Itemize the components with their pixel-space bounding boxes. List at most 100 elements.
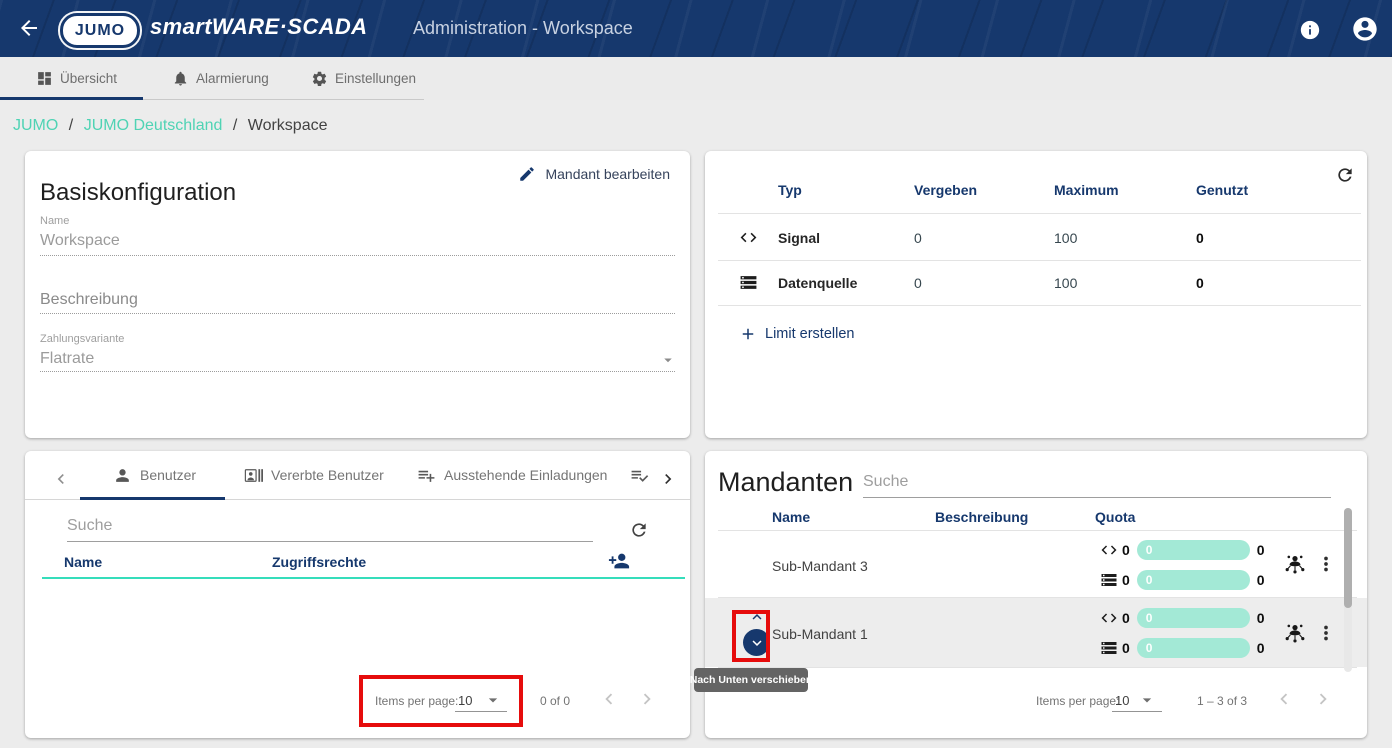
- code-icon: [1100, 541, 1118, 559]
- quota-datenquelle-bar: 0: [1137, 570, 1250, 590]
- plus-icon: [739, 325, 757, 343]
- account-icon[interactable]: [1351, 15, 1379, 43]
- tabstrip-scroll-left-icon[interactable]: [51, 469, 71, 489]
- page-size-dropdown-icon[interactable]: [483, 690, 503, 710]
- quota-datenquelle-bar: 0: [1137, 638, 1250, 658]
- beschreibung-field-underline: [40, 313, 675, 314]
- storage-icon: [1100, 639, 1118, 657]
- page-size-underline: [1112, 711, 1162, 712]
- tab-benutzer-label: Benutzer: [140, 467, 196, 483]
- limits-row-typ: Datenquelle: [778, 275, 857, 291]
- limits-row-genutzt: 0: [1196, 275, 1204, 291]
- back-arrow-icon[interactable]: [17, 16, 41, 40]
- breadcrumb-jumo-deutschland[interactable]: JUMO Deutschland: [84, 117, 223, 134]
- mandanten-title: Mandanten: [718, 467, 853, 498]
- tab-vererbte-benutzer-label: Vererbte Benutzer: [271, 467, 384, 483]
- table-divider: [718, 260, 1361, 261]
- zahlungsvariante-field-value: Flatrate: [40, 350, 94, 368]
- sub-mandant-hierarchy-icon[interactable]: [1283, 621, 1307, 645]
- page-size-underline: [455, 711, 507, 712]
- zahlungsvariante-dropdown-icon[interactable]: [659, 351, 677, 369]
- refresh-icon[interactable]: [1335, 165, 1355, 185]
- move-up-icon[interactable]: [748, 608, 766, 626]
- limits-col-typ: Typ: [778, 182, 802, 198]
- tab-einstellungen-label: Einstellungen: [335, 71, 416, 86]
- mandant-row-sub-mandant-1[interactable]: Sub-Mandant 1 0 0 0 0 0 0: [705, 598, 1367, 667]
- more-options-icon[interactable]: [1315, 553, 1337, 575]
- benutzer-col-name: Name: [64, 554, 102, 570]
- limit-erstellen-label: Limit erstellen: [765, 326, 854, 342]
- tab-vererbte-benutzer[interactable]: Vererbte Benutzer: [244, 465, 384, 485]
- more-options-icon[interactable]: [1315, 622, 1337, 644]
- scrollbar-track[interactable]: [1344, 508, 1352, 672]
- move-down-button[interactable]: [743, 629, 770, 656]
- tab-uebersicht[interactable]: Übersicht: [36, 57, 117, 100]
- active-usertab-indicator: [80, 497, 225, 500]
- mandanten-search-input[interactable]: [863, 473, 1331, 498]
- quota-signal-bar: 0: [1137, 540, 1250, 560]
- previous-page-icon[interactable]: [1273, 688, 1295, 710]
- storage-icon: [1100, 571, 1118, 589]
- mandanten-col-name: Name: [772, 509, 810, 525]
- limits-col-genutzt: Genutzt: [1196, 182, 1248, 198]
- person-icon: [113, 466, 132, 485]
- limits-row-genutzt: 0: [1196, 230, 1204, 246]
- quota-signal-bar: 0: [1137, 608, 1250, 628]
- tab-benutzer[interactable]: Benutzer: [113, 465, 196, 485]
- teal-header-divider: [42, 577, 685, 579]
- page-title: Administration - Workspace: [413, 18, 633, 39]
- mandant-bearbeiten-label: Mandant bearbeiten: [545, 166, 670, 182]
- quota-signal-assigned: 0: [1122, 610, 1130, 626]
- mandant-name: Sub-Mandant 1: [772, 626, 868, 642]
- person-add-icon[interactable]: [608, 550, 630, 572]
- scrollbar-thumb[interactable]: [1344, 508, 1352, 608]
- quota-datenquelle-line: 0 0 0: [1100, 638, 1265, 658]
- mandanten-col-quota: Quota: [1095, 509, 1135, 525]
- tab-ausstehende-einladungen-label: Ausstehende Einladungen: [444, 467, 607, 483]
- page-size-dropdown-icon[interactable]: [1137, 690, 1157, 710]
- next-page-icon[interactable]: [1312, 688, 1334, 710]
- dashboard-icon: [36, 70, 53, 87]
- mandant-name: Sub-Mandant 3: [772, 558, 868, 574]
- quota-datenquelle-assigned: 0: [1122, 572, 1130, 588]
- sub-mandant-hierarchy-icon[interactable]: [1283, 552, 1307, 576]
- bell-icon: [172, 70, 189, 87]
- mandant-bearbeiten-button[interactable]: Mandant bearbeiten: [518, 165, 670, 183]
- tab-einstellungen[interactable]: Einstellungen: [311, 57, 416, 100]
- tabstrip-scroll-right-icon[interactable]: [658, 469, 678, 489]
- table-divider: [718, 213, 1361, 214]
- zahlungsvariante-field-label: Zahlungsvariante: [40, 333, 124, 345]
- jumo-logo: JUMO: [60, 13, 140, 48]
- info-icon[interactable]: [1299, 19, 1321, 41]
- tab-uebersicht-label: Übersicht: [60, 71, 117, 86]
- breadcrumb-jumo[interactable]: JUMO: [13, 117, 58, 134]
- limit-erstellen-button[interactable]: Limit erstellen: [739, 325, 854, 343]
- pencil-icon: [518, 165, 536, 183]
- code-icon: [739, 228, 758, 247]
- page-size-value[interactable]: 10: [458, 693, 472, 708]
- benutzer-search-input[interactable]: [67, 517, 593, 542]
- benutzer-card: Benutzer Vererbte Benutzer Ausstehende E…: [25, 451, 690, 738]
- tab-alarmierung[interactable]: Alarmierung: [172, 57, 269, 100]
- app-header: JUMO smartWARE·SCADA Administration - Wo…: [0, 0, 1392, 57]
- page-size-value[interactable]: 10: [1115, 693, 1129, 708]
- quota-datenquelle-bar-value: 0: [1146, 641, 1153, 655]
- product-title: smartWARE·SCADA: [150, 14, 367, 40]
- breadcrumb: JUMO / JUMO Deutschland / Workspace: [13, 117, 328, 135]
- quota-signal-bar-value: 0: [1146, 543, 1153, 557]
- playlist-check-icon[interactable]: [630, 466, 649, 485]
- next-page-icon[interactable]: [636, 688, 658, 710]
- quota-datenquelle-bar-value: 0: [1146, 573, 1153, 587]
- badge-icon: [244, 466, 263, 485]
- items-per-page-label: Items per page:: [1036, 694, 1119, 708]
- main-tab-bar: Übersicht Alarmierung Einstellungen: [0, 57, 1392, 100]
- previous-page-icon[interactable]: [598, 688, 620, 710]
- move-down-icon: [748, 634, 766, 652]
- tab-ausstehende-einladungen[interactable]: Ausstehende Einladungen: [417, 465, 607, 485]
- quota-signal-max: 0: [1257, 610, 1265, 626]
- gear-icon: [311, 70, 328, 87]
- mandanten-card: Mandanten Name Beschreibung Quota Sub-Ma…: [705, 451, 1367, 738]
- quota-signal-line: 0 0 0: [1100, 540, 1265, 560]
- benutzer-col-zugriffsrechte: Zugriffsrechte: [272, 554, 366, 570]
- refresh-icon[interactable]: [629, 520, 649, 540]
